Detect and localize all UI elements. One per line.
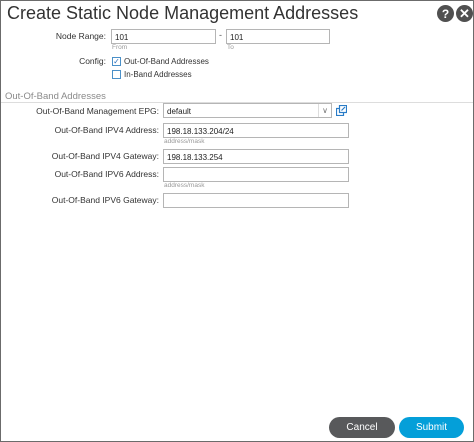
oob-addresses-label[interactable]: Out-Of-Band Addresses (124, 57, 209, 66)
config-label: Config: (79, 56, 106, 66)
oob-ipv4-gateway-label: Out-Of-Band IPV4 Gateway: (51, 151, 159, 161)
node-range-to-input[interactable]: 101 (226, 29, 330, 44)
oob-epg-select[interactable]: default ∨ (163, 103, 332, 118)
node-range-from-sublabel: From (112, 44, 128, 51)
oob-epg-value: default (167, 107, 192, 116)
oob-addresses-checkbox[interactable]: ✓ (112, 57, 121, 66)
oob-ipv4-address-hint: address/mask (164, 138, 205, 145)
dialog-title: Create Static Node Management Addresses (7, 3, 359, 23)
inband-addresses-label[interactable]: In-Band Addresses (124, 70, 192, 79)
node-range-label: Node Range: (55, 31, 106, 41)
oob-ipv6-gateway-label: Out-Of-Band IPV6 Gateway: (51, 195, 159, 205)
oob-ipv4-address-label: Out-Of-Band IPV4 Address: (54, 125, 159, 135)
node-range-to-sublabel: To (227, 44, 234, 51)
node-range-from-input[interactable]: 101 (111, 29, 216, 44)
oob-ipv6-address-input[interactable] (163, 167, 349, 182)
oob-ipv4-address-input[interactable]: 198.18.133.204/24 (163, 123, 349, 138)
open-external-icon[interactable] (336, 105, 347, 116)
oob-ipv6-address-label: Out-Of-Band IPV6 Address: (54, 169, 159, 179)
submit-button[interactable]: Submit (399, 417, 464, 438)
oob-epg-label: Out-Of-Band Management EPG: (36, 106, 159, 116)
oob-ipv6-address-hint: address/mask (164, 182, 205, 189)
cancel-button[interactable]: Cancel (329, 417, 395, 438)
close-icon[interactable]: ✕ (456, 5, 473, 22)
inband-addresses-checkbox[interactable] (112, 70, 121, 79)
help-icon[interactable]: ? (437, 5, 454, 22)
oob-ipv4-gateway-input[interactable]: 198.18.133.254 (163, 149, 349, 164)
create-static-node-dialog: Create Static Node Management Addresses … (0, 0, 474, 442)
checkmark-icon: ✓ (113, 56, 120, 66)
node-range-separator: - (219, 30, 222, 40)
oob-ipv6-gateway-input[interactable] (163, 193, 349, 208)
chevron-down-icon[interactable]: ∨ (318, 104, 331, 117)
oob-section-title: Out-Of-Band Addresses (5, 91, 106, 102)
